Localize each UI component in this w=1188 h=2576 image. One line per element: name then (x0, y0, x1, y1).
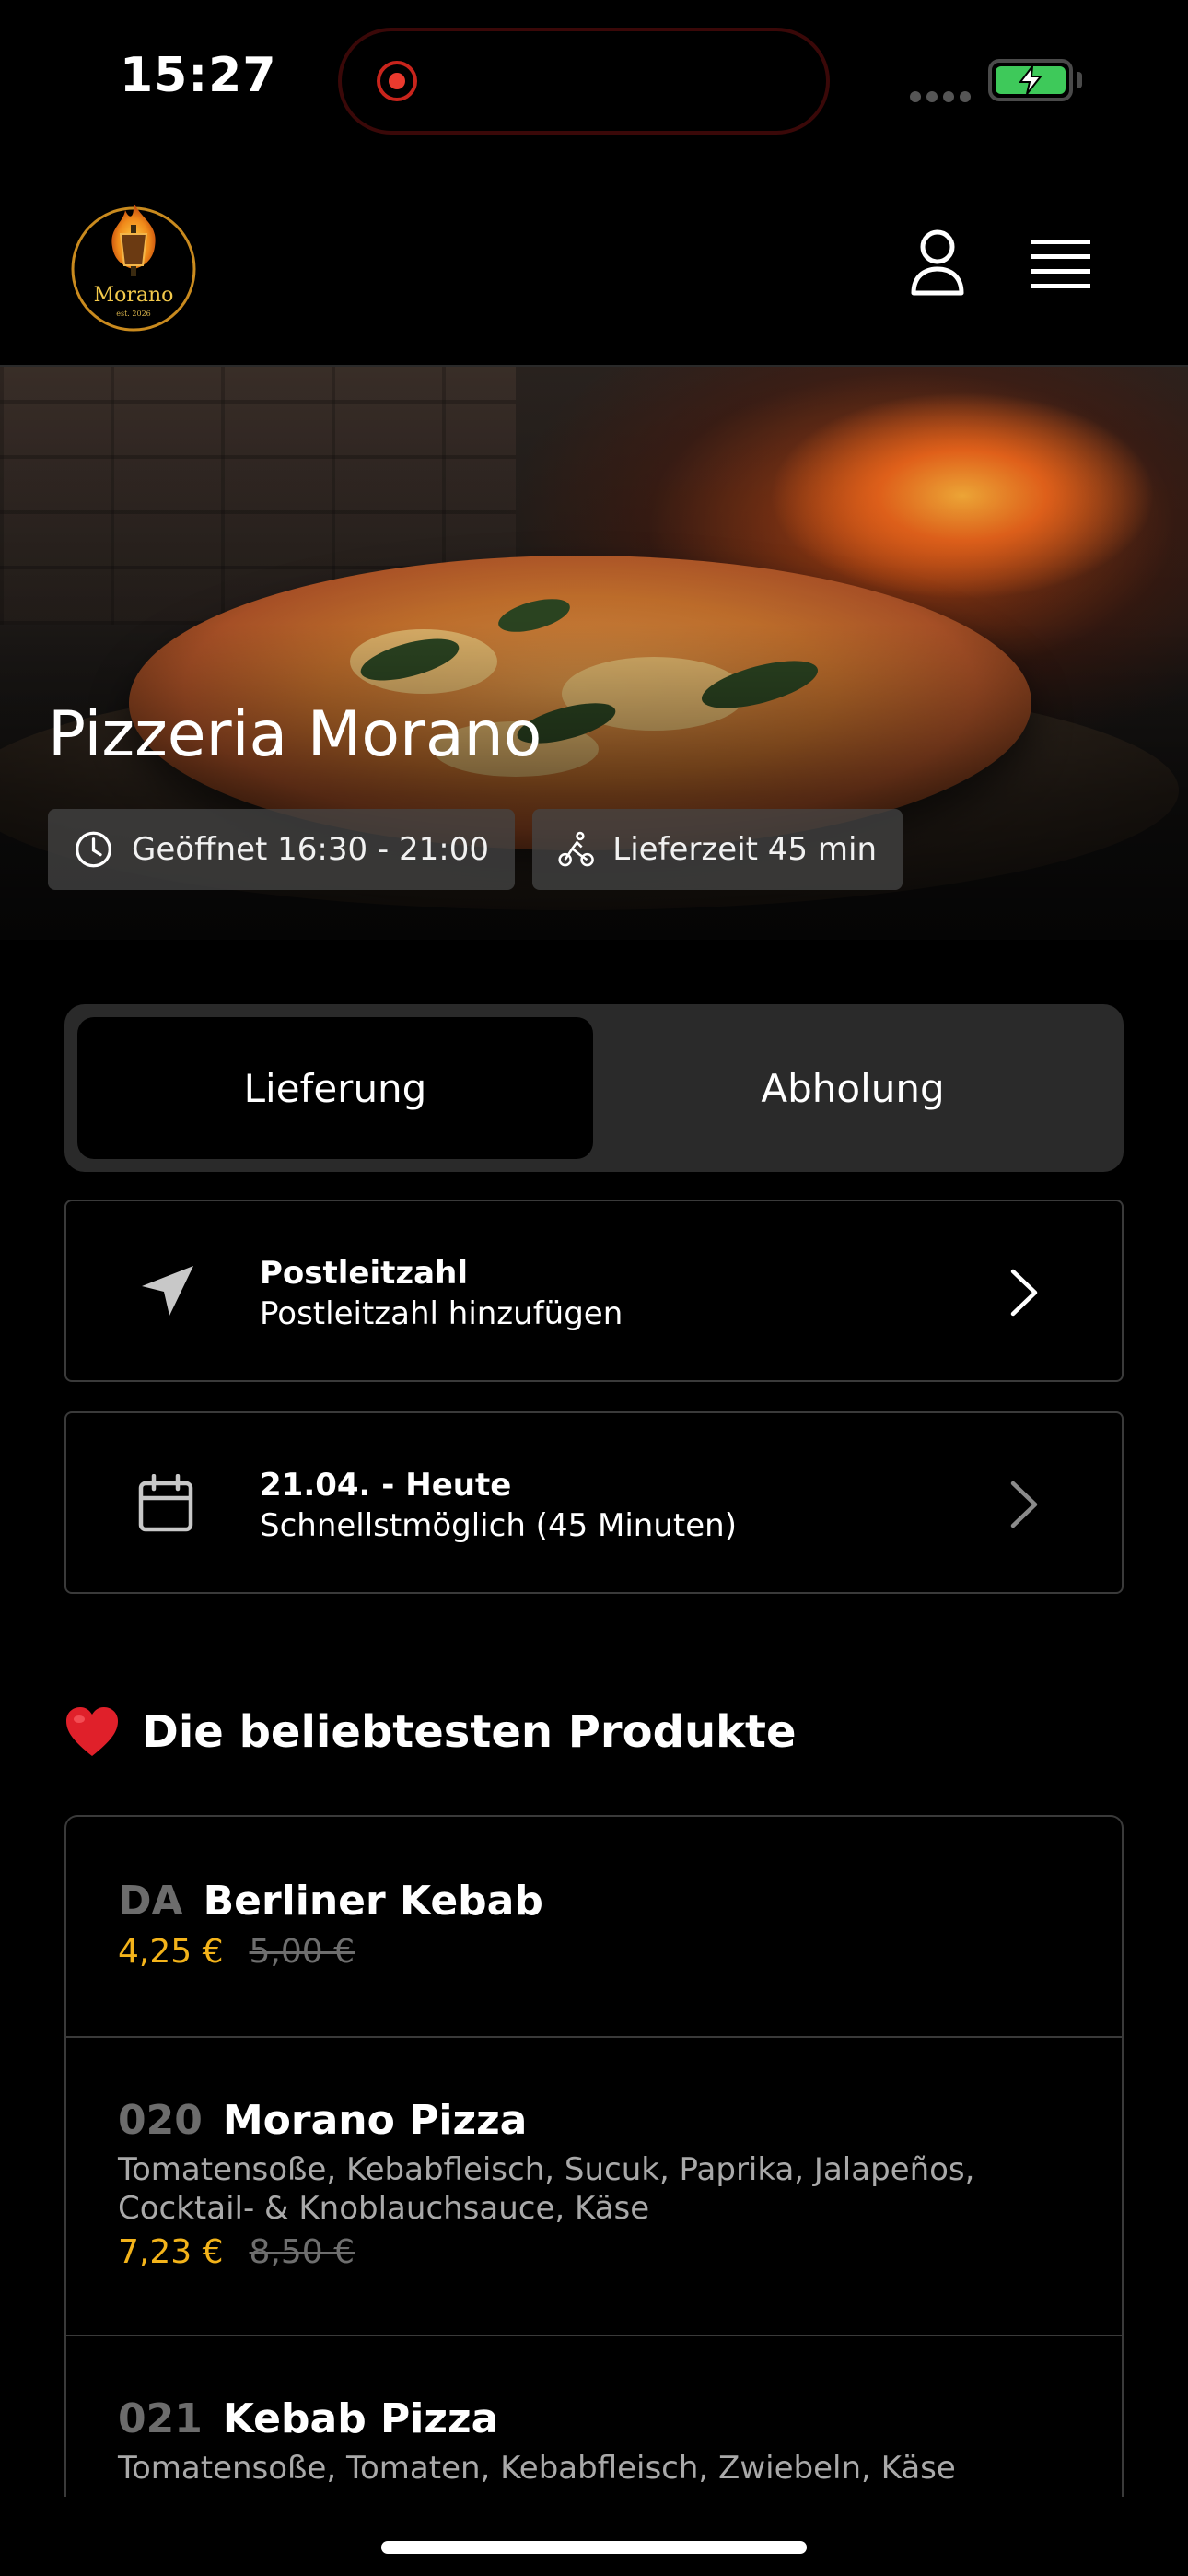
product-number: 020 (118, 2097, 203, 2144)
product-old-price: 5,00 € (249, 1933, 355, 1971)
delivery-date-card[interactable]: 21.04. - Heute Schnellstmöglich (45 Minu… (64, 1411, 1124, 1594)
order-mode-toggle: Lieferung Abholung (64, 1004, 1124, 1172)
battery-cap (1077, 72, 1082, 88)
dynamic-island (338, 28, 830, 135)
popular-products-list: DA Berliner Kebab 4,25 € 5,00 € 020 Morano … (64, 1815, 1124, 2497)
calendar-icon (138, 1474, 193, 1532)
product-item[interactable]: 021 Kebab Pizza Tomatensoße, Tomaten, Keb… (66, 2336, 1122, 2497)
product-description: Tomatensoße, Kebabfleisch, Sucuk, Paprik… (118, 2151, 975, 2227)
hamburger-menu-icon[interactable] (1031, 238, 1090, 289)
home-indicator[interactable] (381, 2541, 807, 2554)
postcode-title: Postleitzahl (260, 1255, 468, 1292)
signal-icon (910, 88, 976, 106)
product-price: 7,23 € (118, 2233, 224, 2271)
product-name: Morano Pizza (222, 2097, 528, 2144)
status-time: 15:27 (120, 48, 277, 103)
product-old-price: 8,50 € (249, 2233, 355, 2271)
opening-hours-text: Geöffnet 16:30 - 21:00 (132, 831, 489, 868)
chevron-right-icon (1010, 1269, 1038, 1317)
logo-subtext: est. 2026 (116, 310, 151, 318)
chevron-right-icon (1010, 1481, 1038, 1528)
delivery-time-text: Lieferzeit 45 min (612, 831, 877, 868)
location-arrow-icon (142, 1266, 193, 1316)
recording-icon (377, 61, 417, 101)
popular-section-title: Die beliebtesten Produkte (64, 1706, 797, 1758)
popular-title-text: Die beliebtesten Produkte (142, 1706, 797, 1758)
product-description: Tomatensoße, Tomaten, Kebabfleisch, Zwie… (118, 2450, 956, 2487)
bike-courier-icon (558, 831, 594, 867)
product-number: 021 (118, 2395, 203, 2442)
postcode-card[interactable]: Postleitzahl Postleitzahl hinzufügen (64, 1200, 1124, 1382)
clock-icon (76, 831, 111, 868)
postcode-subtitle: Postleitzahl hinzufügen (260, 1295, 623, 1332)
logo-text: Morano (93, 284, 174, 307)
heart-icon (66, 1707, 118, 1756)
product-name: Berliner Kebab (203, 1878, 543, 1925)
battery-icon (988, 59, 1073, 101)
brand-logo[interactable]: Morano est. 2026 (70, 193, 197, 334)
product-number: DA (118, 1878, 183, 1925)
restaurant-name: Pizzeria Morano (48, 698, 542, 771)
product-item[interactable]: 020 Morano Pizza Tomatensoße, Kebabfleisc… (66, 2038, 1122, 2335)
delivery-time-badge: Lieferzeit 45 min (532, 809, 903, 890)
delivery-date-title: 21.04. - Heute (260, 1467, 512, 1504)
delivery-date-subtitle: Schnellstmöglich (45 Minuten) (260, 1507, 737, 1544)
tab-delivery[interactable]: Lieferung (77, 1017, 593, 1159)
product-price: 4,25 € (118, 1933, 224, 1971)
product-item[interactable]: DA Berliner Kebab 4,25 € 5,00 € (66, 1817, 1122, 2036)
opening-hours-badge: Geöffnet 16:30 - 21:00 (48, 809, 515, 890)
tab-pickup[interactable]: Abholung (595, 1017, 1111, 1159)
user-account-icon[interactable] (910, 228, 965, 297)
product-name: Kebab Pizza (222, 2395, 499, 2442)
